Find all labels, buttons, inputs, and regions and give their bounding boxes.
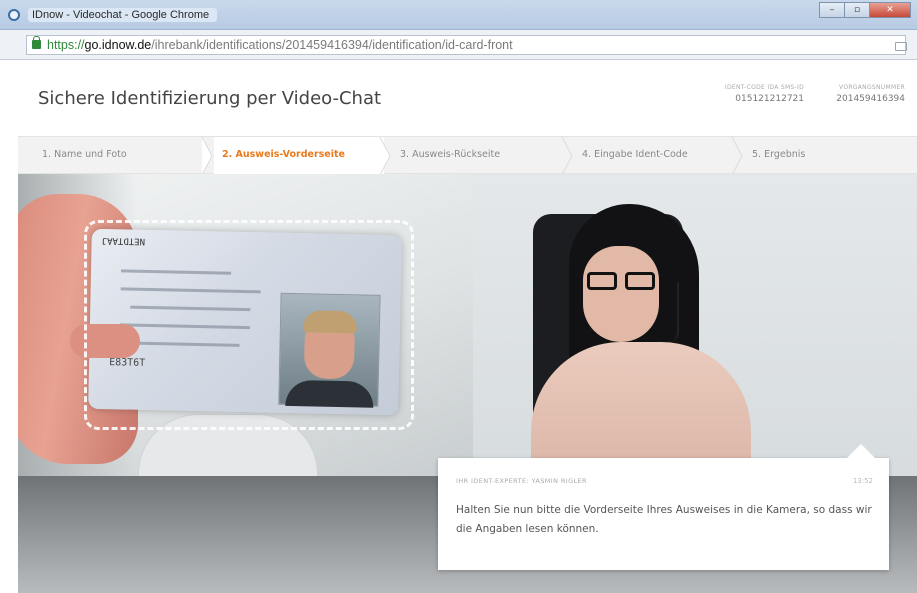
- url-host: go.idnow.de: [84, 38, 152, 52]
- step-id-front: 2. Ausweis-Vorderseite: [214, 137, 384, 175]
- transaction-number-label: VORGANGSNUMMER: [839, 84, 905, 91]
- progress-steps: 1. Name und Foto 2. Ausweis-Vorderseite …: [0, 136, 917, 175]
- step-separator-icon: [730, 137, 744, 175]
- step-separator-icon: [560, 137, 574, 175]
- window-controls: – ▫ ✕: [819, 2, 911, 20]
- left-margin: [0, 60, 18, 593]
- transaction-number-value: 201459416394: [836, 94, 905, 104]
- agent-glasses: [583, 272, 659, 292]
- glasses-lens-left: [587, 272, 617, 290]
- close-icon[interactable]: ✕: [869, 2, 911, 18]
- browser-tab-title[interactable]: IDnow - Videochat - Google Chrome: [28, 8, 218, 22]
- chat-timestamp: 13:52: [852, 477, 873, 485]
- ident-code-block: IDENT-CODE IDA SMS-ID 015121212721: [725, 84, 804, 104]
- lock-icon[interactable]: [32, 36, 41, 49]
- ident-code-label: IDENT-CODE IDA SMS-ID: [724, 84, 804, 91]
- page-title: Sichere Identifizierung per Video-Chat: [38, 88, 382, 109]
- step-separator-icon: [200, 137, 214, 175]
- headset-microphone: [669, 282, 679, 342]
- chat-message-text: Halten Sie nun bitte die Vorderseite Ihr…: [456, 504, 872, 535]
- agent-face: [583, 246, 659, 342]
- url-scheme: https://: [47, 38, 85, 52]
- page-header: Sichere Identifizierung per Video-Chat I…: [0, 60, 917, 136]
- step-separator-icon: [378, 137, 392, 175]
- step-enter-ident-code: 4. Eingabe Ident-Code: [582, 149, 688, 160]
- minimize-icon[interactable]: –: [819, 2, 845, 18]
- browser-title-bar: IDnow - Videochat - Google Chrome – ▫ ✕: [0, 0, 917, 30]
- agent-body: [531, 342, 751, 476]
- step-result: 5. Ergebnis: [752, 149, 806, 160]
- address-bar[interactable]: https://go.idnow.de/ihrebank/identificat…: [26, 35, 906, 55]
- idnow-favicon-icon: [8, 9, 20, 21]
- chat-message-bubble: IHR IDENT-EXPERTE: YASMIN RIGLER 13:52 H…: [438, 444, 889, 570]
- step-id-back: 3. Ausweis-Rückseite: [400, 149, 501, 160]
- maximize-icon[interactable]: ▫: [844, 2, 870, 18]
- transaction-number-block: VORGANGSNUMMER 201459416394: [836, 84, 905, 104]
- chat-sender-label: IHR IDENT-EXPERTE: YASMIN RIGLER: [456, 477, 587, 485]
- glasses-lens-right: [625, 272, 655, 290]
- id-scan-frame: [84, 220, 414, 430]
- url-path: /ihrebank/identifications/20145941639​4/…: [151, 38, 513, 52]
- page-action-icon[interactable]: [895, 42, 907, 51]
- step-name-and-photo: 1. Name und Foto: [42, 149, 127, 160]
- ident-code-value: 015121212721: [735, 94, 804, 104]
- address-bar-row: https://go.idnow.de/ihrebank/identificat…: [0, 30, 917, 60]
- agent-video: [473, 174, 917, 476]
- user-camera-video: NETDTAAJ E83T6T: [18, 174, 473, 476]
